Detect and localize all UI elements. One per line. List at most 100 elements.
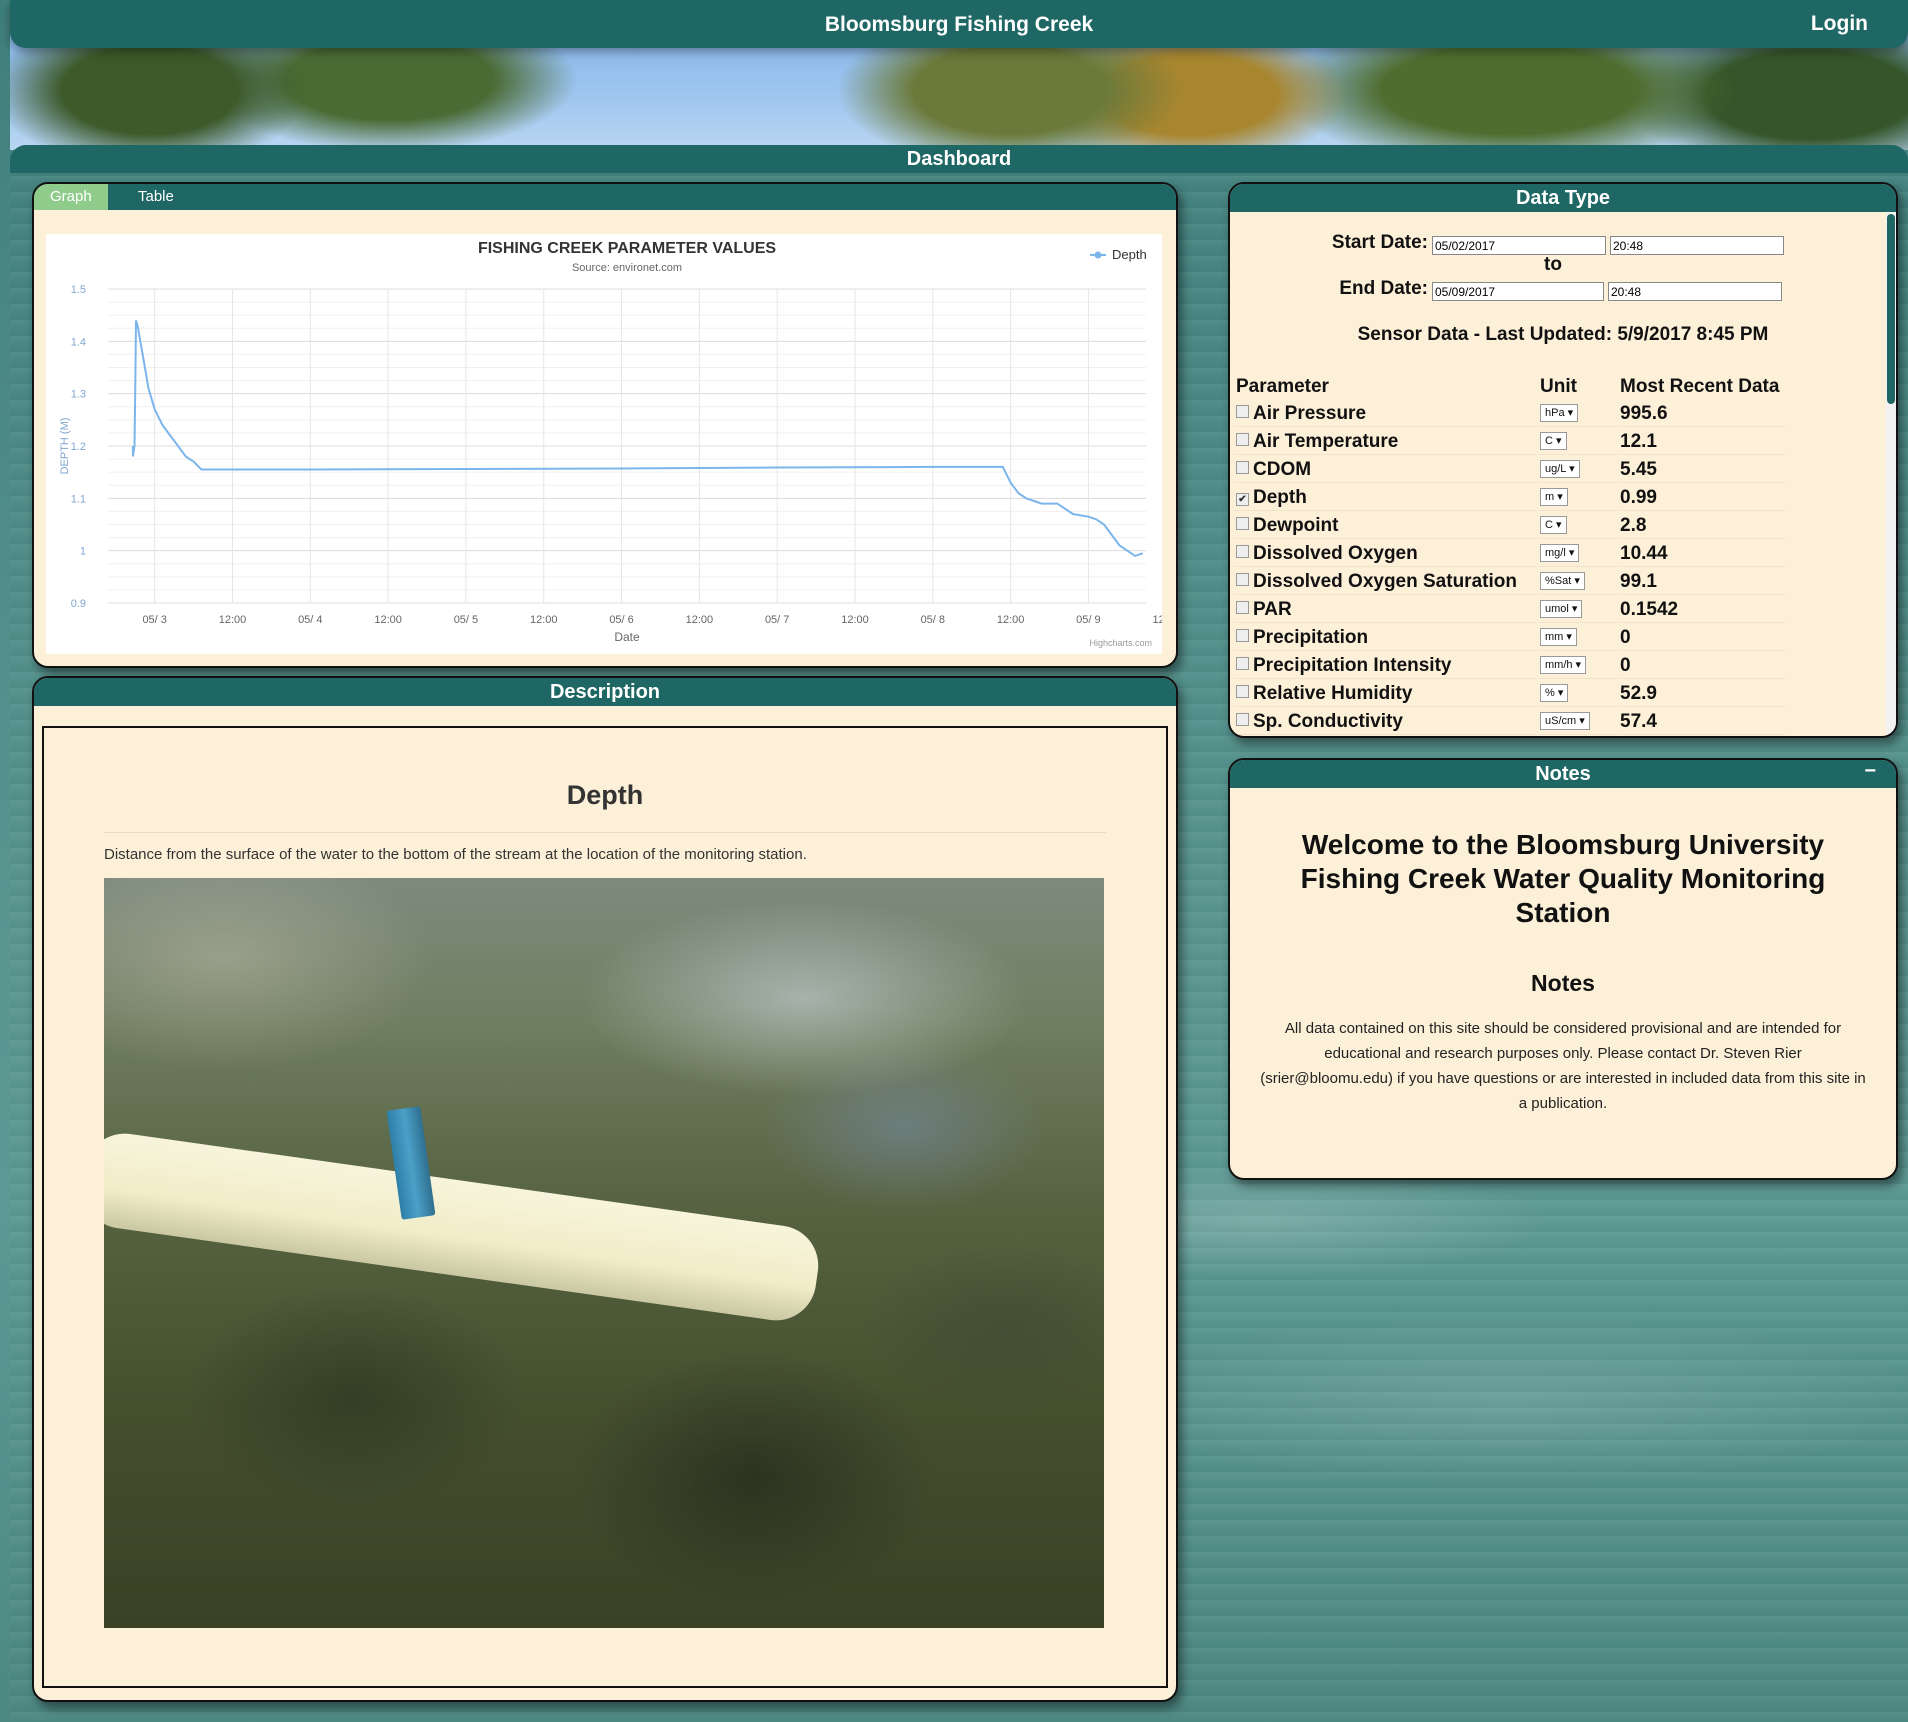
unit-select[interactable]: hPa ▾ bbox=[1540, 404, 1579, 423]
description-header: Description bbox=[34, 678, 1176, 706]
dropdown-arrow-icon: ▾ bbox=[1554, 491, 1563, 504]
param-checkbox[interactable] bbox=[1236, 628, 1249, 642]
tab-graph[interactable]: Graph bbox=[34, 184, 108, 210]
start-time-input[interactable] bbox=[1610, 236, 1784, 255]
param-label: Dissolved Oxygen Saturation bbox=[1253, 570, 1517, 592]
x-tick-label: 12:00 bbox=[374, 614, 402, 626]
param-checkbox[interactable] bbox=[1236, 572, 1249, 586]
table-row: Sp. Conductivity uS/cm ▾ 57.4 bbox=[1234, 709, 1786, 735]
y-tick-label: 1.2 bbox=[71, 441, 86, 453]
top-bar: Bloomsburg Fishing Creek Login bbox=[10, 0, 1908, 48]
series-line-depth bbox=[131, 320, 1144, 558]
param-checkbox[interactable] bbox=[1236, 600, 1249, 614]
unit-select[interactable]: umol ▾ bbox=[1540, 600, 1583, 619]
table-row: Precipitation mm ▾ 0 bbox=[1234, 625, 1786, 651]
login-link[interactable]: Login bbox=[1811, 12, 1868, 36]
y-tick-label: 1.1 bbox=[71, 493, 86, 505]
description-panel: Description Depth Distance from the surf… bbox=[32, 676, 1178, 1702]
x-tick-label: 12:00 bbox=[219, 614, 247, 626]
unit-value: mm/h bbox=[1545, 659, 1573, 672]
param-checkbox[interactable] bbox=[1236, 516, 1249, 530]
unit-cell: %Sat ▾ bbox=[1538, 569, 1616, 595]
unit-select[interactable]: uS/cm ▾ bbox=[1540, 712, 1590, 731]
unit-select[interactable]: % ▾ bbox=[1540, 684, 1569, 703]
param-label: Dewpoint bbox=[1253, 514, 1339, 536]
unit-value: %Sat bbox=[1545, 575, 1572, 588]
unit-value: C bbox=[1545, 435, 1553, 448]
table-row: PAR umol ▾ 0.1542 bbox=[1234, 597, 1786, 623]
x-tick-label: 05/ 9 bbox=[1076, 614, 1100, 626]
notes-header: Notes bbox=[1230, 760, 1896, 788]
x-tick-label: 05/ 7 bbox=[765, 614, 789, 626]
dropdown-arrow-icon: ▾ bbox=[1571, 575, 1580, 588]
graph-tabs: Graph Table bbox=[34, 184, 1176, 210]
value-cell: 12.1 bbox=[1618, 429, 1786, 455]
unit-cell: uS/cm ▾ bbox=[1538, 709, 1616, 735]
param-checkbox[interactable] bbox=[1236, 656, 1249, 670]
unit-select[interactable]: C ▾ bbox=[1540, 516, 1567, 535]
scrollbar-thumb[interactable] bbox=[1887, 214, 1895, 404]
param-cell: Precipitation bbox=[1234, 625, 1536, 651]
unit-select[interactable]: C ▾ bbox=[1540, 432, 1567, 451]
param-checkbox[interactable] bbox=[1236, 432, 1249, 446]
chart-title: FISHING CREEK PARAMETER VALUES bbox=[478, 240, 776, 257]
table-row: Precipitation Intensity mm/h ▾ 0 bbox=[1234, 653, 1786, 679]
depth-chart: 1.5 1.4 1.3 1.2 1.1 1 0.9 05/ 3 12:00 05/ 4 12:00 0… bbox=[46, 234, 1176, 654]
unit-select[interactable]: mm/h ▾ bbox=[1540, 656, 1587, 675]
dashboard-header: Dashboard bbox=[10, 145, 1908, 173]
unit-cell: mm/h ▾ bbox=[1538, 653, 1616, 679]
unit-cell: C ▾ bbox=[1538, 429, 1616, 455]
x-tick-label: 05/ 5 bbox=[454, 614, 478, 626]
param-checkbox[interactable] bbox=[1236, 544, 1249, 558]
end-date-label: End Date: bbox=[1339, 278, 1428, 299]
param-checkbox[interactable] bbox=[1236, 404, 1249, 418]
notes-heading: Notes bbox=[1531, 970, 1595, 996]
x-tick-label: 12:00 bbox=[997, 614, 1025, 626]
minimize-button[interactable]: − bbox=[1864, 760, 1876, 783]
end-time-input[interactable] bbox=[1608, 282, 1782, 301]
unit-select[interactable]: mg/l ▾ bbox=[1540, 544, 1580, 563]
unit-value: ug/L bbox=[1545, 463, 1567, 476]
unit-select[interactable]: %Sat ▾ bbox=[1540, 572, 1585, 591]
table-header-row: Parameter Unit Most Recent Data bbox=[1234, 374, 1786, 399]
dropdown-arrow-icon: ▾ bbox=[1552, 519, 1562, 532]
col-most-recent: Most Recent Data bbox=[1618, 374, 1786, 399]
y-tick-label: 0.9 bbox=[71, 598, 86, 610]
unit-cell: mm ▾ bbox=[1538, 625, 1616, 651]
dropdown-arrow-icon: ▾ bbox=[1552, 435, 1562, 448]
param-cell: Dissolved Oxygen Saturation bbox=[1234, 569, 1536, 595]
start-date-input[interactable] bbox=[1432, 236, 1606, 255]
unit-select[interactable]: ug/L ▾ bbox=[1540, 460, 1580, 479]
param-label: CDOM bbox=[1253, 458, 1312, 480]
unit-cell: ug/L ▾ bbox=[1538, 457, 1616, 483]
sensor-photo bbox=[104, 878, 1104, 1628]
table-row: CDOM ug/L ▾ 5.45 bbox=[1234, 457, 1786, 483]
description-title: Depth bbox=[566, 780, 644, 810]
unit-select[interactable]: mm ▾ bbox=[1540, 628, 1577, 647]
param-label: Dissolved Oxygen bbox=[1253, 542, 1418, 564]
param-checkbox[interactable] bbox=[1236, 460, 1249, 474]
unit-value: hPa bbox=[1545, 407, 1565, 420]
param-cell: CDOM bbox=[1234, 457, 1536, 483]
site-title[interactable]: Bloomsburg Fishing Creek bbox=[10, 13, 1908, 37]
param-cell: Dissolved Oxygen bbox=[1234, 541, 1536, 567]
col-parameter: Parameter bbox=[1234, 374, 1536, 399]
param-checkbox[interactable] bbox=[1236, 712, 1249, 726]
param-label: Precipitation Intensity bbox=[1253, 654, 1452, 676]
param-checkbox[interactable] bbox=[1236, 684, 1249, 698]
unit-cell: % ▾ bbox=[1538, 681, 1616, 707]
value-cell: 0.1542 bbox=[1618, 597, 1786, 623]
param-checkbox[interactable]: ✔ bbox=[1236, 492, 1249, 506]
table-row: Dewpoint C ▾ 2.8 bbox=[1234, 513, 1786, 539]
param-label: Air Pressure bbox=[1253, 402, 1367, 424]
y-tick-label: 1.4 bbox=[71, 336, 86, 348]
end-date-input[interactable] bbox=[1432, 282, 1604, 301]
start-date-label: Start Date: bbox=[1331, 232, 1428, 253]
dropdown-arrow-icon: ▾ bbox=[1563, 631, 1572, 644]
unit-value: m bbox=[1545, 491, 1555, 504]
x-tick-label: 12:00 bbox=[530, 614, 558, 626]
notes-text: All data contained on this site should b… bbox=[1260, 1020, 1866, 1112]
unit-value: mg/l bbox=[1545, 547, 1566, 560]
tab-table[interactable]: Table bbox=[122, 184, 190, 210]
unit-select[interactable]: m ▾ bbox=[1540, 488, 1568, 507]
